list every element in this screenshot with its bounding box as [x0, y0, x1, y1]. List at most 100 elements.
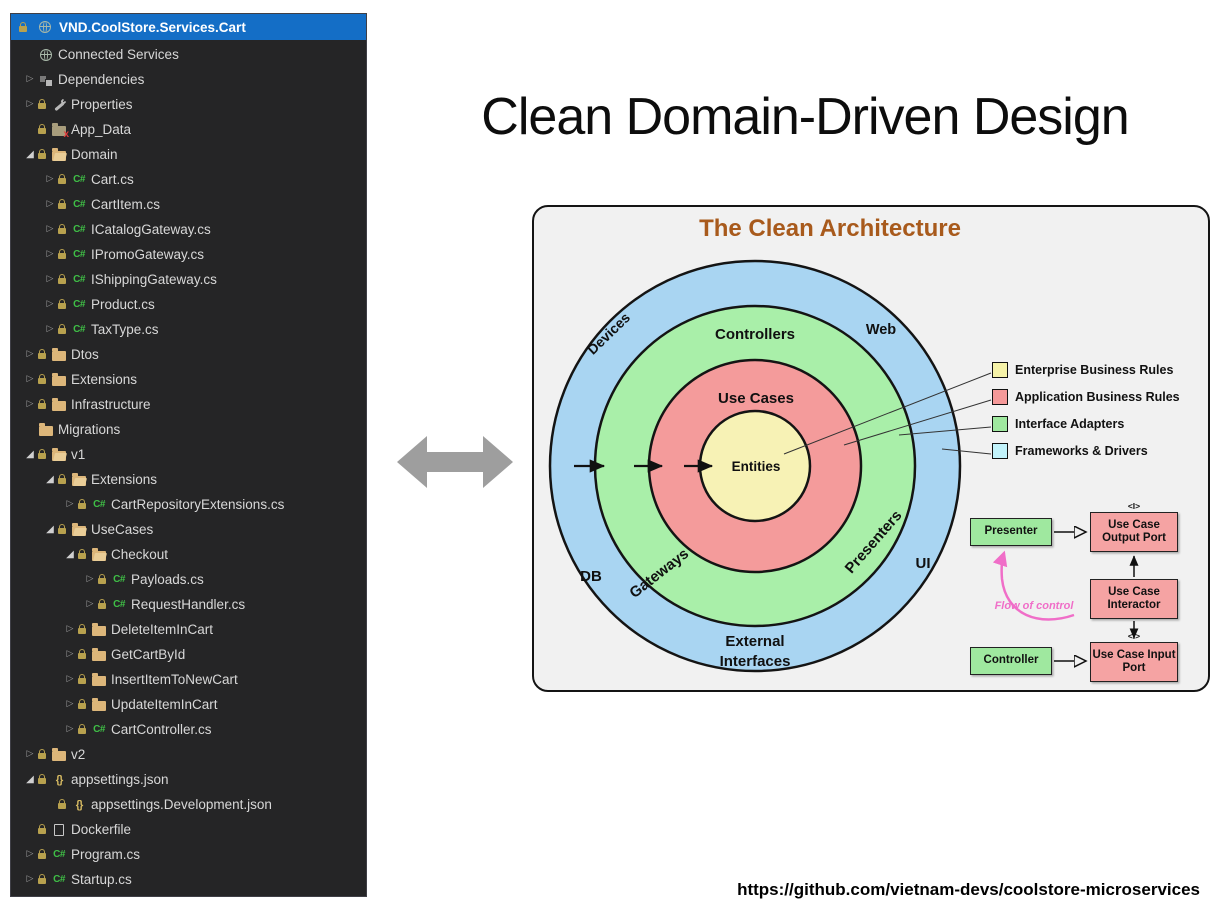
tree-item-properties[interactable]: ▷ Properties — [11, 92, 366, 117]
tree-item-domain[interactable]: ◢Domain — [11, 142, 366, 167]
tree-item-label: InsertItemToNewCart — [111, 672, 238, 687]
lock-icon — [78, 553, 86, 559]
tree-item-dockerfile[interactable]: Dockerfile — [11, 817, 366, 842]
collapsed-arrow-icon[interactable]: ▷ — [83, 600, 97, 609]
tree-item-requesthandler-cs[interactable]: ▷C#RequestHandler.cs — [11, 592, 366, 617]
folder-open-icon — [70, 524, 88, 536]
tree-item-startup-cs[interactable]: ▷C#Startup.cs — [11, 867, 366, 892]
expanded-arrow-icon[interactable]: ◢ — [63, 550, 77, 560]
tree-item-cartrepositoryextensions-cs[interactable]: ▷ C#CartRepositoryExtensions.cs — [11, 492, 366, 517]
tree-item-ipromogateway-cs[interactable]: ▷C#IPromoGateway.cs — [11, 242, 366, 267]
tree-item-deleteitemincart[interactable]: ▷DeleteItemInCart — [11, 617, 366, 642]
tree-item-cart-cs[interactable]: ▷C#Cart.cs — [11, 167, 366, 192]
tree-item-taxtype-cs[interactable]: ▷C#TaxType.cs — [11, 317, 366, 342]
tree-item-migrations[interactable]: Migrations — [11, 417, 366, 442]
project-root-row[interactable]: VND.CoolStore.Services.Cart — [11, 14, 366, 40]
tree-item-product-cs[interactable]: ▷C#Product.cs — [11, 292, 366, 317]
tree-item-app-data[interactable]: App_Data — [11, 117, 366, 142]
tree-item-extensions[interactable]: ◢Extensions — [11, 467, 366, 492]
collapsed-arrow-icon[interactable]: ▷ — [43, 250, 57, 259]
lock-icon — [78, 503, 86, 509]
expanded-arrow-icon[interactable]: ◢ — [23, 775, 37, 785]
tree-item-checkout[interactable]: ◢ Checkout — [11, 542, 366, 567]
tree-item-label: Extensions — [71, 372, 137, 387]
tree-item-v2[interactable]: ▷v2 — [11, 742, 366, 767]
folder-open-icon — [50, 149, 68, 161]
tree-item-ishippinggateway-cs[interactable]: ▷C#IShippingGateway.cs — [11, 267, 366, 292]
collapsed-arrow-icon[interactable]: ▷ — [83, 575, 97, 584]
tree-item-dtos[interactable]: ▷ Dtos — [11, 342, 366, 367]
collapsed-arrow-icon[interactable]: ▷ — [23, 400, 37, 409]
expanded-arrow-icon[interactable]: ◢ — [43, 525, 57, 535]
tree-item-connected-services[interactable]: Connected Services — [11, 42, 366, 67]
tree-item-program-cs[interactable]: ▷C#Program.cs — [11, 842, 366, 867]
lock-icon — [58, 303, 66, 309]
lock-icon — [38, 128, 46, 134]
collapsed-arrow-icon[interactable]: ▷ — [23, 375, 37, 384]
tree-item-usecases[interactable]: ◢UseCases — [11, 517, 366, 542]
project-root-label: VND.CoolStore.Services.Cart — [59, 20, 246, 35]
collapsed-arrow-icon[interactable]: ▷ — [23, 350, 37, 359]
tree-item-infrastructure[interactable]: ▷Infrastructure — [11, 392, 366, 417]
solution-explorer: VND.CoolStore.Services.Cart Connected Se… — [10, 13, 367, 897]
expanded-arrow-icon[interactable]: ◢ — [23, 150, 37, 160]
tree-item-cartcontroller-cs[interactable]: ▷C#CartController.cs — [11, 717, 366, 742]
collapsed-arrow-icon[interactable]: ▷ — [43, 325, 57, 334]
expanded-arrow-icon[interactable]: ◢ — [43, 475, 57, 485]
lock-icon — [78, 628, 86, 634]
collapsed-arrow-icon[interactable]: ▷ — [23, 750, 37, 759]
tree-item-insertitemtonewcart[interactable]: ▷ InsertItemToNewCart — [11, 667, 366, 692]
tree-item-label: Product.cs — [91, 297, 155, 312]
tree-item-label: UpdateItemInCart — [111, 697, 218, 712]
tree-item-label: Properties — [71, 97, 133, 112]
tree-item-label: Dependencies — [58, 72, 144, 87]
collapsed-arrow-icon[interactable]: ▷ — [23, 875, 37, 884]
label-use-cases: Use Cases — [718, 390, 794, 407]
collapsed-arrow-icon[interactable]: ▷ — [43, 275, 57, 284]
expanded-arrow-icon[interactable]: ◢ — [23, 450, 37, 460]
tree-item-label: Dtos — [71, 347, 99, 362]
tree-item-label: Dockerfile — [71, 822, 131, 837]
collapsed-arrow-icon[interactable]: ▷ — [43, 300, 57, 309]
label-external: External — [725, 633, 784, 650]
label-ui: UI — [916, 555, 931, 572]
lock-icon — [38, 453, 46, 459]
csharp-file-icon: C# — [70, 199, 88, 210]
label-interfaces: Interfaces — [720, 653, 791, 670]
tree-item-label: Migrations — [58, 422, 120, 437]
tree-item-updateitemincart[interactable]: ▷ UpdateItemInCart — [11, 692, 366, 717]
csharp-file-icon: C# — [90, 499, 108, 510]
lock-icon — [78, 653, 86, 659]
collapsed-arrow-icon[interactable]: ▷ — [23, 75, 37, 84]
output-port-interface-marker: <I> — [1122, 501, 1146, 511]
collapsed-arrow-icon[interactable]: ▷ — [63, 500, 77, 509]
collapsed-arrow-icon[interactable]: ▷ — [63, 675, 77, 684]
collapsed-arrow-icon[interactable]: ▷ — [63, 650, 77, 659]
collapsed-arrow-icon[interactable]: ▷ — [43, 175, 57, 184]
collapsed-arrow-icon[interactable]: ▷ — [43, 225, 57, 234]
tree-item-payloads-cs[interactable]: ▷C#Payloads.cs — [11, 567, 366, 592]
tree-item-label: Checkout — [111, 547, 168, 562]
collapsed-arrow-icon[interactable]: ▷ — [63, 700, 77, 709]
collapsed-arrow-icon[interactable]: ▷ — [63, 625, 77, 634]
csharp-file-icon: C# — [50, 849, 68, 860]
tree-item-cartitem-cs[interactable]: ▷C#CartItem.cs — [11, 192, 366, 217]
collapsed-arrow-icon[interactable]: ▷ — [23, 850, 37, 859]
collapsed-arrow-icon[interactable]: ▷ — [43, 200, 57, 209]
lock-icon — [38, 828, 46, 834]
folder-icon — [50, 399, 68, 411]
tree-item-appsettings-development-json[interactable]: {}appsettings.Development.json — [11, 792, 366, 817]
tree-item-label: CartRepositoryExtensions.cs — [111, 497, 284, 512]
tree-item-v1[interactable]: ◢v1 — [11, 442, 366, 467]
github-url[interactable]: https://github.com/vietnam-devs/coolstor… — [600, 880, 1200, 900]
tree-item-getcartbyid[interactable]: ▷GetCartById — [11, 642, 366, 667]
tree-item-dependencies[interactable]: ▷ Dependencies — [11, 67, 366, 92]
tree-item-appsettings-json[interactable]: ◢{}appsettings.json — [11, 767, 366, 792]
tree-item-extensions[interactable]: ▷ Extensions — [11, 367, 366, 392]
tree-item-icataloggateway-cs[interactable]: ▷C#ICatalogGateway.cs — [11, 217, 366, 242]
legend-swatch-yellow — [992, 362, 1008, 378]
collapsed-arrow-icon[interactable]: ▷ — [23, 100, 37, 109]
folder-icon — [90, 699, 108, 711]
tree-item-label: Cart.cs — [91, 172, 134, 187]
collapsed-arrow-icon[interactable]: ▷ — [63, 725, 77, 734]
